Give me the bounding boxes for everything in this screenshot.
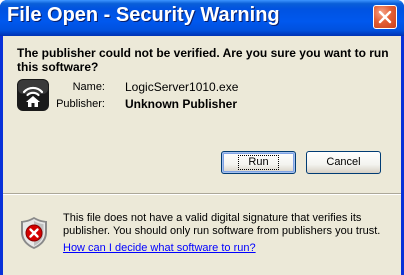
window-title: File Open - Security Warning [7, 4, 280, 26]
help-link[interactable]: How can I decide what software to run? [63, 242, 256, 254]
run-button-label: Run [238, 155, 279, 170]
section-divider [3, 193, 401, 195]
dialog-window: File Open - Security Warning The publish… [0, 0, 404, 275]
close-icon [378, 10, 392, 24]
signature-warning-text: This file does not have a valid digital … [63, 212, 381, 237]
shield-error-icon [21, 217, 47, 249]
name-label: Name: [72, 81, 105, 93]
verification-question: The publisher could not be verified. Are… [17, 46, 389, 74]
cancel-button[interactable]: Cancel [306, 151, 381, 174]
details-panel: The publisher could not be verified. Are… [3, 36, 401, 193]
cancel-button-label: Cancel [326, 156, 361, 168]
wifi-home-app-icon [17, 79, 49, 111]
close-button[interactable] [373, 5, 397, 29]
run-button[interactable]: Run [221, 151, 296, 174]
publisher-label: Publisher: [56, 98, 105, 110]
title-bar[interactable]: File Open - Security Warning [0, 0, 404, 36]
name-value: LogicServer1010.exe [125, 80, 239, 94]
publisher-value: Unknown Publisher [125, 97, 238, 111]
dialog-body: The publisher could not be verified. Are… [3, 36, 401, 275]
